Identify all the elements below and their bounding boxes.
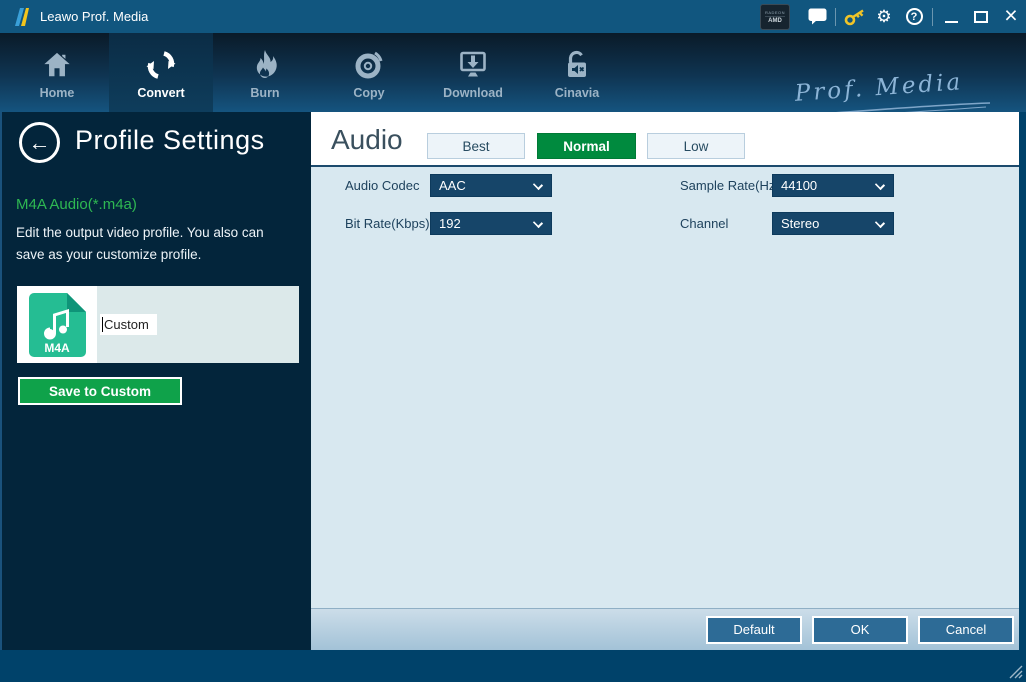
dialog-footer: Default OK Cancel — [311, 608, 1019, 650]
profile-card-body: Custom — [97, 286, 299, 363]
nav-tab-cinavia[interactable]: Cinavia — [525, 33, 629, 112]
profile-icon-zone: M4A — [17, 286, 97, 363]
resize-grip[interactable] — [1008, 664, 1023, 679]
sample-rate-select[interactable]: 44100 — [772, 174, 894, 197]
copy-icon — [353, 46, 385, 84]
sample-rate-label: Sample Rate(Hz) — [680, 178, 780, 193]
register-button[interactable] — [839, 0, 869, 33]
channel-select[interactable]: Stereo — [772, 212, 894, 235]
cinavia-icon — [562, 46, 592, 84]
audio-settings-form: Audio Codec AAC Sample Rate(Hz) 44100 Bi… — [311, 167, 1019, 608]
ok-button[interactable]: OK — [812, 616, 908, 644]
quality-normal-button[interactable]: Normal — [537, 133, 636, 159]
settings-button[interactable]: ⚙ — [869, 0, 899, 33]
nav-tab-burn[interactable]: Burn — [213, 33, 317, 112]
maximize-button[interactable] — [966, 0, 996, 33]
nav-tab-home[interactable]: Home — [5, 33, 109, 112]
home-icon — [42, 46, 72, 84]
minimize-icon — [945, 21, 958, 23]
minimize-button[interactable] — [936, 0, 966, 33]
bit-rate-label: Bit Rate(Kbps) — [345, 216, 430, 231]
help-icon: ? — [906, 8, 923, 25]
default-button[interactable]: Default — [706, 616, 802, 644]
audio-codec-label: Audio Codec — [345, 178, 419, 193]
help-button[interactable]: ? — [899, 0, 929, 33]
channel-label: Channel — [680, 216, 728, 231]
maximize-icon — [974, 11, 988, 23]
download-icon — [457, 46, 489, 84]
selected-format-label: M4A Audio(*.m4a) — [16, 196, 137, 213]
convert-icon — [145, 46, 177, 84]
feedback-button[interactable] — [802, 0, 832, 33]
nav-tab-convert[interactable]: Convert — [109, 33, 213, 112]
status-strip — [0, 650, 1026, 682]
profile-name-value: Custom — [104, 317, 149, 332]
titlebar-separator — [835, 8, 836, 26]
chat-bubble-icon — [808, 8, 827, 25]
section-title: Audio — [331, 124, 403, 156]
chevron-down-icon — [533, 180, 543, 190]
profile-settings-sidebar: ← Profile Settings M4A Audio(*.m4a) Edit… — [0, 112, 311, 650]
cancel-button[interactable]: Cancel — [918, 616, 1014, 644]
chevron-down-icon — [875, 218, 885, 228]
close-button[interactable]: × — [996, 0, 1026, 33]
save-to-custom-button[interactable]: Save to Custom — [18, 377, 182, 405]
nav-tab-copy[interactable]: Copy — [317, 33, 421, 112]
main-nav: Home Convert Burn — [0, 33, 1026, 112]
nav-tab-download[interactable]: Download — [421, 33, 525, 112]
m4a-file-icon: M4A — [28, 293, 86, 357]
app-window: Leawo Prof. Media RADEON AMD ⚙ — [0, 0, 1026, 682]
audio-section-header: Audio Best Normal Low — [311, 112, 1019, 167]
burn-icon — [251, 46, 279, 84]
panel-description: Edit the output video profile. You also … — [16, 222, 301, 266]
window-title: Leawo Prof. Media — [40, 9, 148, 24]
key-icon — [844, 7, 865, 26]
titlebar: Leawo Prof. Media RADEON AMD ⚙ — [0, 0, 1026, 33]
quality-best-button[interactable]: Best — [427, 133, 525, 159]
chevron-down-icon — [875, 180, 885, 190]
profile-name-input[interactable]: Custom — [100, 314, 157, 335]
leawo-logo-icon — [12, 5, 32, 29]
text-caret — [102, 317, 103, 332]
page-title: Profile Settings — [75, 125, 265, 156]
chevron-down-icon — [533, 218, 543, 228]
gear-icon: ⚙ — [876, 8, 891, 25]
back-button[interactable]: ← — [19, 122, 60, 163]
custom-profile-card[interactable]: M4A Custom — [17, 286, 299, 363]
quality-low-button[interactable]: Low — [647, 133, 745, 159]
titlebar-separator — [932, 8, 933, 26]
audio-codec-select[interactable]: AAC — [430, 174, 552, 197]
back-arrow-icon: ← — [29, 130, 51, 156]
amd-radeon-badge-icon: RADEON AMD — [760, 4, 790, 30]
svg-text:M4A: M4A — [44, 341, 70, 355]
bit-rate-select[interactable]: 192 — [430, 212, 552, 235]
close-icon: × — [1004, 4, 1017, 27]
